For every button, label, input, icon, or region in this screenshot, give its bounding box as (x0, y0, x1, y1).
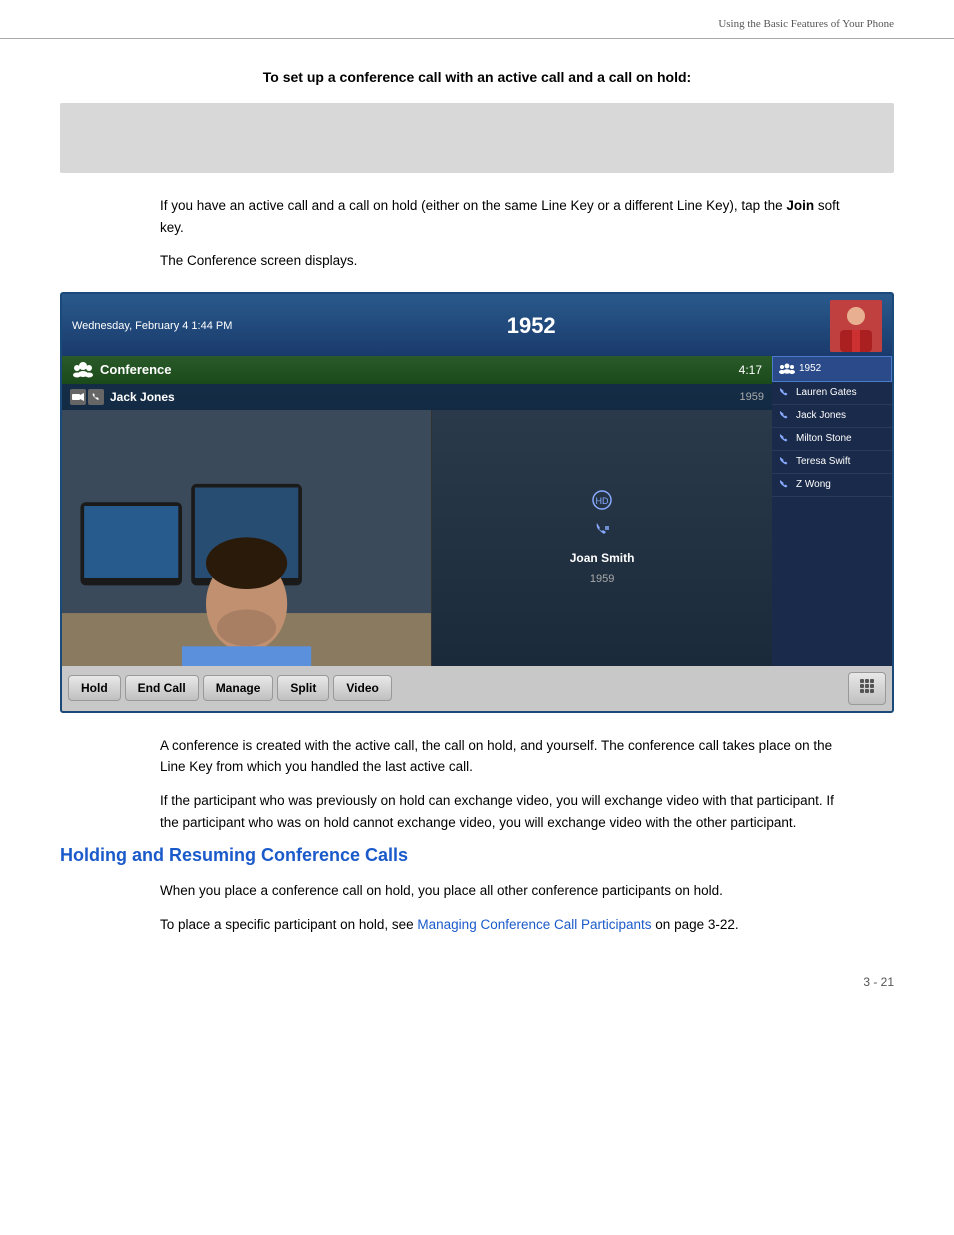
contact-z-wong[interactable]: Z Wong (772, 474, 892, 497)
contact-teresa-swift[interactable]: Teresa Swift (772, 451, 892, 474)
page-header: Using the Basic Features of Your Phone (0, 0, 954, 39)
grid-icon (859, 678, 875, 694)
video-area: HD Joan Smith 1 (62, 410, 772, 666)
phone-screenshot: Wednesday, February 4 1:44 PM 1952 (60, 292, 894, 713)
active-call-row: Jack Jones 1959 (62, 384, 772, 410)
section1-para3: A conference is created with the active … (160, 735, 854, 778)
avatar-svg (830, 300, 882, 352)
active-caller-number: 1959 (740, 391, 764, 403)
page-number: 3 - 21 (60, 975, 894, 989)
contact-phone-icon-1 (778, 387, 792, 399)
managing-conference-link[interactable]: Managing Conference Call Participants (417, 917, 651, 932)
hold-caller-number: 1959 (590, 573, 614, 585)
section1-text: If you have an active call and a call on… (160, 195, 854, 272)
conference-text: Conference (100, 362, 172, 377)
header-title: Using the Basic Features of Your Phone (718, 18, 894, 30)
desk-bg-svg (62, 410, 431, 666)
phone-status-bar: Wednesday, February 4 1:44 PM 1952 (62, 294, 892, 356)
contact-name-teresa-swift: Teresa Swift (796, 456, 886, 467)
contact-milton-stone[interactable]: Milton Stone (772, 428, 892, 451)
split-button[interactable]: Split (277, 675, 329, 701)
contact-name-1952: 1952 (799, 363, 885, 374)
phone-icon (88, 389, 104, 405)
inset-video-joan: HD Joan Smith 1 (431, 410, 772, 666)
hold-phone-icon-svg (593, 521, 611, 539)
conference-label-group: Conference (72, 361, 172, 379)
contact-lauren-gates[interactable]: Lauren Gates (772, 382, 892, 405)
hold-phone-icon (593, 521, 611, 543)
section1-para2: The Conference screen displays. (160, 250, 854, 272)
contact-name-milton-stone: Milton Stone (796, 433, 886, 444)
conference-time: 4:17 (739, 363, 762, 377)
hold-icon: HD (592, 490, 612, 515)
contact-jack-jones[interactable]: Jack Jones (772, 405, 892, 428)
call-icons (70, 389, 104, 405)
contact-phone-icon-2 (778, 410, 792, 422)
contact-conference-icon (779, 362, 795, 376)
phone-date-time: Wednesday, February 4 1:44 PM (72, 320, 232, 332)
phone-left-panel: Conference 4:17 (62, 356, 772, 666)
conference-bar: Conference 4:17 (62, 356, 772, 384)
contact-phone-icon-3 (778, 433, 792, 445)
contact-name-jack-jones: Jack Jones (796, 410, 886, 421)
section2-para1: When you place a conference call on hold… (160, 880, 854, 902)
manage-button[interactable]: Manage (203, 675, 274, 701)
section1-para4: If the participant who was previously on… (160, 790, 854, 833)
grid-button[interactable] (848, 672, 886, 705)
hold-caller-name: Joan Smith (570, 551, 635, 565)
section2-title: Holding and Resuming Conference Calls (60, 845, 894, 866)
section2-text: When you place a conference call on hold… (160, 880, 854, 935)
conference-icon (72, 361, 94, 379)
video-button[interactable]: Video (333, 675, 391, 701)
section1-post-text: A conference is created with the active … (160, 735, 854, 833)
section1-heading: To set up a conference call with an acti… (60, 69, 894, 85)
end-call-button[interactable]: End Call (125, 675, 199, 701)
main-video (62, 410, 431, 666)
hold-button[interactable]: Hold (68, 675, 121, 701)
phone-contacts-sidebar: 1952 Lauren Gates Jack Jones (772, 356, 892, 666)
contact-1952[interactable]: 1952 (772, 356, 892, 382)
main-content: To set up a conference call with an acti… (0, 39, 954, 1029)
contact-phone-icon-5 (778, 479, 792, 491)
section1-para1: If you have an active call and a call on… (160, 195, 854, 238)
contact-name-lauren-gates: Lauren Gates (796, 387, 886, 398)
svg-text:HD: HD (596, 496, 609, 506)
camera-icon (70, 389, 86, 405)
phone-buttons-row: Hold End Call Manage Split Video (62, 666, 892, 711)
placeholder-image (60, 103, 894, 173)
avatar-top-right (830, 300, 882, 352)
active-caller-name: Jack Jones (110, 390, 734, 404)
section2-para2: To place a specific participant on hold,… (160, 914, 854, 936)
phone-number: 1952 (507, 313, 556, 339)
contact-phone-icon-4 (778, 456, 792, 468)
hold-icon-svg: HD (592, 490, 612, 510)
phone-main-area: Conference 4:17 (62, 356, 892, 666)
contact-name-z-wong: Z Wong (796, 479, 886, 490)
